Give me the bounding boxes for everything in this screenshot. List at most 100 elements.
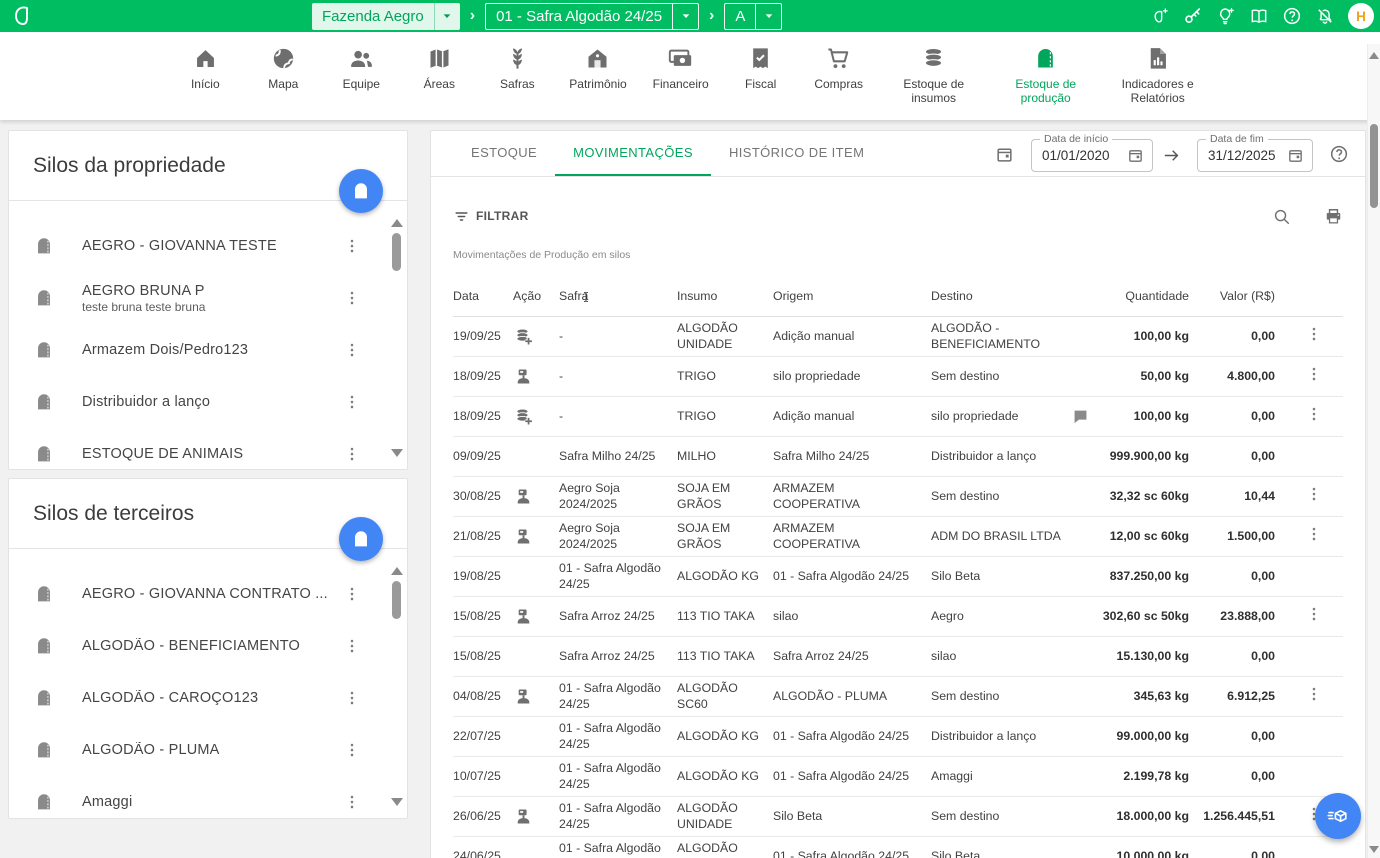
scroll-thumb[interactable]: [392, 233, 401, 271]
chevron-down-icon[interactable]: [672, 4, 698, 29]
list-item[interactable]: ESTOQUE DE ANIMAIS: [9, 428, 407, 469]
list-item[interactable]: AEGRO - GIOVANNA TESTE: [9, 220, 407, 272]
help-icon[interactable]: [1329, 144, 1349, 164]
cell-safra: Safra Milho 24/25: [559, 449, 677, 464]
table-row[interactable]: 10/07/2501 - Safra Algodão 24/25ALGODÃO …: [453, 757, 1343, 797]
chevron-down-icon[interactable]: [434, 3, 460, 30]
key-icon[interactable]: [1183, 6, 1203, 26]
list-scrollbar[interactable]: [389, 219, 405, 457]
scroll-up-arrow[interactable]: [391, 567, 403, 575]
scroll-down-arrow[interactable]: [1369, 846, 1379, 853]
nav-item-areas[interactable]: Áreas: [413, 45, 465, 120]
add-silo-fab[interactable]: [339, 169, 383, 213]
tab-movimenta-es[interactable]: MOVIMENTAÇÕES: [555, 131, 711, 176]
list-scrollbar[interactable]: [389, 567, 405, 806]
kebab-menu-button[interactable]: [1305, 685, 1323, 703]
kebab-menu-button[interactable]: [1305, 485, 1323, 503]
field-selector[interactable]: A: [724, 3, 782, 30]
nav-item-estoque-insumos[interactable]: Estoque de insumos: [891, 45, 977, 120]
comment-icon[interactable]: [1071, 407, 1090, 426]
end-date-field[interactable]: Data de fim 31/12/2025: [1197, 139, 1313, 172]
kebab-menu-button[interactable]: [343, 236, 363, 256]
nav-item-fiscal[interactable]: Fiscal: [735, 45, 787, 120]
search-icon[interactable]: [1272, 207, 1291, 226]
kebab-menu-button[interactable]: [1305, 325, 1323, 343]
list-item[interactable]: ALGODÃO - CAROÇO123: [9, 672, 407, 724]
kebab-menu-button[interactable]: [1305, 525, 1323, 543]
table-row[interactable]: 15/08/25Safra Arroz 24/25113 TIO TAKASaf…: [453, 637, 1343, 677]
list-item[interactable]: Amaggi: [9, 776, 407, 818]
tab-hist-rico-de-item[interactable]: HISTÓRICO DE ITEM: [711, 131, 882, 176]
scroll-thumb[interactable]: [1370, 124, 1378, 208]
kebab-menu-button[interactable]: [343, 288, 363, 308]
aegro-plus-icon[interactable]: [1150, 6, 1170, 26]
lightbulb-plus-icon[interactable]: [1216, 6, 1236, 26]
list-item[interactable]: AEGRO BRUNA Pteste bruna teste bruna: [9, 272, 407, 324]
nav-item-safras[interactable]: Safras: [491, 45, 543, 120]
table-row[interactable]: 30/08/25Aegro Soja 2024/2025SOJA EM GRÃO…: [453, 477, 1343, 517]
table-row[interactable]: 15/08/25Safra Arroz 24/25113 TIO TAKAsil…: [453, 597, 1343, 637]
kebab-menu-button[interactable]: [343, 340, 363, 360]
end-date-value[interactable]: 31/12/2025: [1208, 148, 1287, 163]
book-icon[interactable]: [1249, 6, 1269, 26]
scroll-down-arrow[interactable]: [391, 798, 403, 806]
safra-selector[interactable]: 01 - Safra Algodão 24/25: [485, 3, 699, 30]
kebab-menu-button[interactable]: [1305, 605, 1323, 623]
kebab-menu-button[interactable]: [343, 636, 363, 656]
print-icon[interactable]: [1324, 207, 1343, 226]
table-row[interactable]: 22/07/2501 - Safra Algodão 24/25ALGODÃO …: [453, 717, 1343, 757]
filter-row: FILTRAR: [453, 199, 1343, 233]
help-icon[interactable]: [1282, 6, 1302, 26]
nav-item-equipe[interactable]: Equipe: [335, 45, 387, 120]
kebab-menu-button[interactable]: [343, 688, 363, 708]
scroll-thumb[interactable]: [392, 581, 401, 619]
table-row[interactable]: 26/06/2501 - Safra Algodão 24/25ALGODÃO …: [453, 797, 1343, 837]
table-row[interactable]: 04/08/2501 - Safra Algodão 24/25ALGODÃO …: [453, 677, 1343, 717]
cell-date: 18/09/25: [453, 409, 513, 424]
page-scrollbar[interactable]: [1367, 44, 1380, 858]
table-row[interactable]: 09/09/25Safra Milho 24/25MILHOSafra Milh…: [453, 437, 1343, 477]
list-item[interactable]: ALGODÃO - PLUMA: [9, 724, 407, 776]
kebab-menu-button[interactable]: [343, 392, 363, 412]
scroll-up-arrow[interactable]: [391, 219, 403, 227]
cell-destino: Sem destino: [931, 689, 1071, 704]
calendar-icon[interactable]: [1287, 147, 1304, 164]
nav-item-estoque-producao[interactable]: Estoque de produção: [1003, 45, 1089, 120]
kebab-menu-button[interactable]: [343, 444, 363, 464]
kebab-menu-button[interactable]: [1305, 405, 1323, 423]
nav-item-indicadores[interactable]: Indicadores e Relatórios: [1115, 45, 1201, 120]
add-silo-fab[interactable]: [339, 517, 383, 561]
add-movement-fab[interactable]: [1315, 793, 1361, 839]
nav-item-compras[interactable]: Compras: [813, 45, 865, 120]
kebab-menu-button[interactable]: [1305, 365, 1323, 383]
nav-item-patrimonio[interactable]: Patrimônio: [569, 45, 626, 120]
calendar-icon[interactable]: [1127, 147, 1144, 164]
scroll-up-arrow[interactable]: [1369, 52, 1379, 59]
avatar[interactable]: H: [1348, 3, 1374, 29]
kebab-menu-button[interactable]: [343, 584, 363, 604]
table-row[interactable]: 18/09/25-TRIGOAdição manualsilo propried…: [453, 397, 1343, 437]
list-item[interactable]: ALGODÃO - BENEFICIAMENTO: [9, 620, 407, 672]
kebab-menu-button[interactable]: [343, 740, 363, 760]
calendar-icon[interactable]: [995, 145, 1014, 164]
filter-button[interactable]: FILTRAR: [453, 208, 529, 225]
table-row[interactable]: 19/09/25-ALGODÃO UNIDADEAdição manualALG…: [453, 317, 1343, 357]
table-row[interactable]: 19/08/2501 - Safra Algodão 24/25ALGODÃO …: [453, 557, 1343, 597]
nav-item-inicio[interactable]: Início: [179, 45, 231, 120]
table-row[interactable]: 24/06/2501 - Safra Algodão 24/25ALGODÃO …: [453, 837, 1343, 858]
tab-estoque[interactable]: ESTOQUE: [453, 131, 555, 176]
table-row[interactable]: 21/08/25Aegro Soja 2024/2025SOJA EM GRÃO…: [453, 517, 1343, 557]
start-date-field[interactable]: Data de início 01/01/2020: [1031, 139, 1153, 172]
nav-item-financeiro[interactable]: Financeiro: [653, 45, 709, 120]
list-item[interactable]: Armazem Dois/Pedro123: [9, 324, 407, 376]
table-row[interactable]: 18/09/25-TRIGOsilo propriedadeSem destin…: [453, 357, 1343, 397]
list-item[interactable]: Distribuidor a lanço: [9, 376, 407, 428]
scroll-down-arrow[interactable]: [391, 449, 403, 457]
nav-item-mapa[interactable]: Mapa: [257, 45, 309, 120]
kebab-menu-button[interactable]: [343, 792, 363, 812]
chevron-down-icon[interactable]: [755, 4, 781, 29]
start-date-value[interactable]: 01/01/2020: [1042, 148, 1127, 163]
list-item[interactable]: AEGRO - GIOVANNA CONTRATO ...: [9, 568, 407, 620]
bell-off-icon[interactable]: [1315, 6, 1335, 26]
farm-selector[interactable]: Fazenda Aegro: [312, 3, 460, 30]
